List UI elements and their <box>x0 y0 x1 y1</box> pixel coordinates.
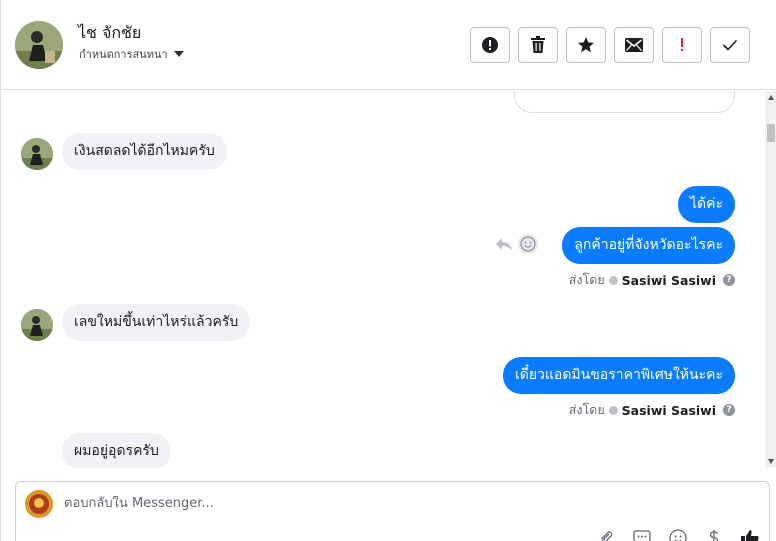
inbox-conversation: ไช จักชัย กำหนดการสนทนา เงินสดลดได้อีกไห… <box>0 0 776 541</box>
mark-unread-button[interactable] <box>614 27 654 63</box>
exclamation-icon <box>681 38 683 51</box>
chat-dots-icon <box>633 530 651 541</box>
sent-by-label: ส่งโดย Sasiwi Sasiwi ? <box>569 400 735 420</box>
sender-name: Sasiwi Sasiwi <box>621 402 716 418</box>
contact-avatar-small <box>21 138 53 170</box>
trash-icon <box>531 36 545 53</box>
caret-down-icon <box>173 51 184 57</box>
assign-label: กำหนดการสนทนา <box>79 48 168 61</box>
scroll-down-arrow-icon[interactable] <box>768 459 774 464</box>
smiley-icon <box>669 529 687 541</box>
paperclip-icon <box>601 531 613 541</box>
incoming-message[interactable]: ผมอยู่อุดรครับ <box>62 433 171 468</box>
alert-circle-icon <box>482 37 498 53</box>
help-icon[interactable]: ? <box>723 404 735 416</box>
check-icon <box>722 39 738 51</box>
incoming-message[interactable]: เลขใหม่ขึ้นเท่าไหร่แล้วครับ <box>62 304 251 341</box>
help-icon[interactable]: ? <box>723 274 735 286</box>
scroll-up-arrow-icon[interactable] <box>768 95 774 100</box>
contact-avatar[interactable] <box>15 21 63 69</box>
contact-name: ไช จักชัย <box>78 23 142 42</box>
thumbs-up-icon <box>741 530 759 541</box>
envelope-icon <box>625 38 643 52</box>
outgoing-message[interactable]: ลูกค้าอยู่ที่จังหวัดอะไรคะ <box>562 227 735 264</box>
star-button[interactable] <box>566 27 606 63</box>
smiley-react-icon[interactable] <box>517 233 539 255</box>
saved-replies-button[interactable] <box>632 528 652 541</box>
message-scrollbar[interactable] <box>765 91 776 468</box>
dollar-icon <box>709 530 719 541</box>
sent-check-icon <box>608 405 618 415</box>
emoji-button[interactable] <box>668 528 688 541</box>
reply-icon[interactable] <box>495 236 513 252</box>
assign-conversation-dropdown[interactable]: กำหนดการสนทนา <box>79 45 184 63</box>
follow-up-button[interactable] <box>662 27 702 63</box>
sender-name: Sasiwi Sasiwi <box>621 272 716 288</box>
incoming-message[interactable]: เงินสดลดได้อีกไหมครับ <box>62 133 227 170</box>
spam-button[interactable] <box>470 27 510 63</box>
delete-button[interactable] <box>518 27 558 63</box>
attach-button[interactable] <box>596 528 616 541</box>
payment-button[interactable] <box>704 528 724 541</box>
like-button[interactable] <box>740 528 760 541</box>
sent-check-icon <box>608 275 618 285</box>
outgoing-message[interactable]: เดี๋ยวแอดมินขอราคาพิเศษให้นะคะ <box>502 357 735 394</box>
contact-avatar-small <box>21 309 53 341</box>
page-avatar <box>25 490 53 518</box>
conversation-actions <box>470 27 750 63</box>
reply-composer <box>15 481 770 541</box>
message-list[interactable]: เงินสดลดได้อีกไหมครับ ได้ค่ะ ลูกค้าอยู่ท… <box>1 91 765 468</box>
star-icon <box>578 37 594 53</box>
mark-done-button[interactable] <box>710 27 750 63</box>
reply-input[interactable] <box>64 496 664 511</box>
sent-by-prefix: ส่งโดย <box>568 402 605 417</box>
scroll-thumb[interactable] <box>767 124 775 142</box>
composer-toolbar <box>596 528 760 541</box>
conversation-header: ไช จักชัย กำหนดการสนทนา <box>1 0 776 90</box>
sent-by-label: ส่งโดย Sasiwi Sasiwi ? <box>569 270 735 290</box>
message-tools <box>495 233 539 255</box>
message-bubble-partial <box>514 91 735 113</box>
outgoing-message[interactable]: ได้ค่ะ <box>677 186 735 223</box>
sent-by-prefix: ส่งโดย <box>568 272 605 287</box>
